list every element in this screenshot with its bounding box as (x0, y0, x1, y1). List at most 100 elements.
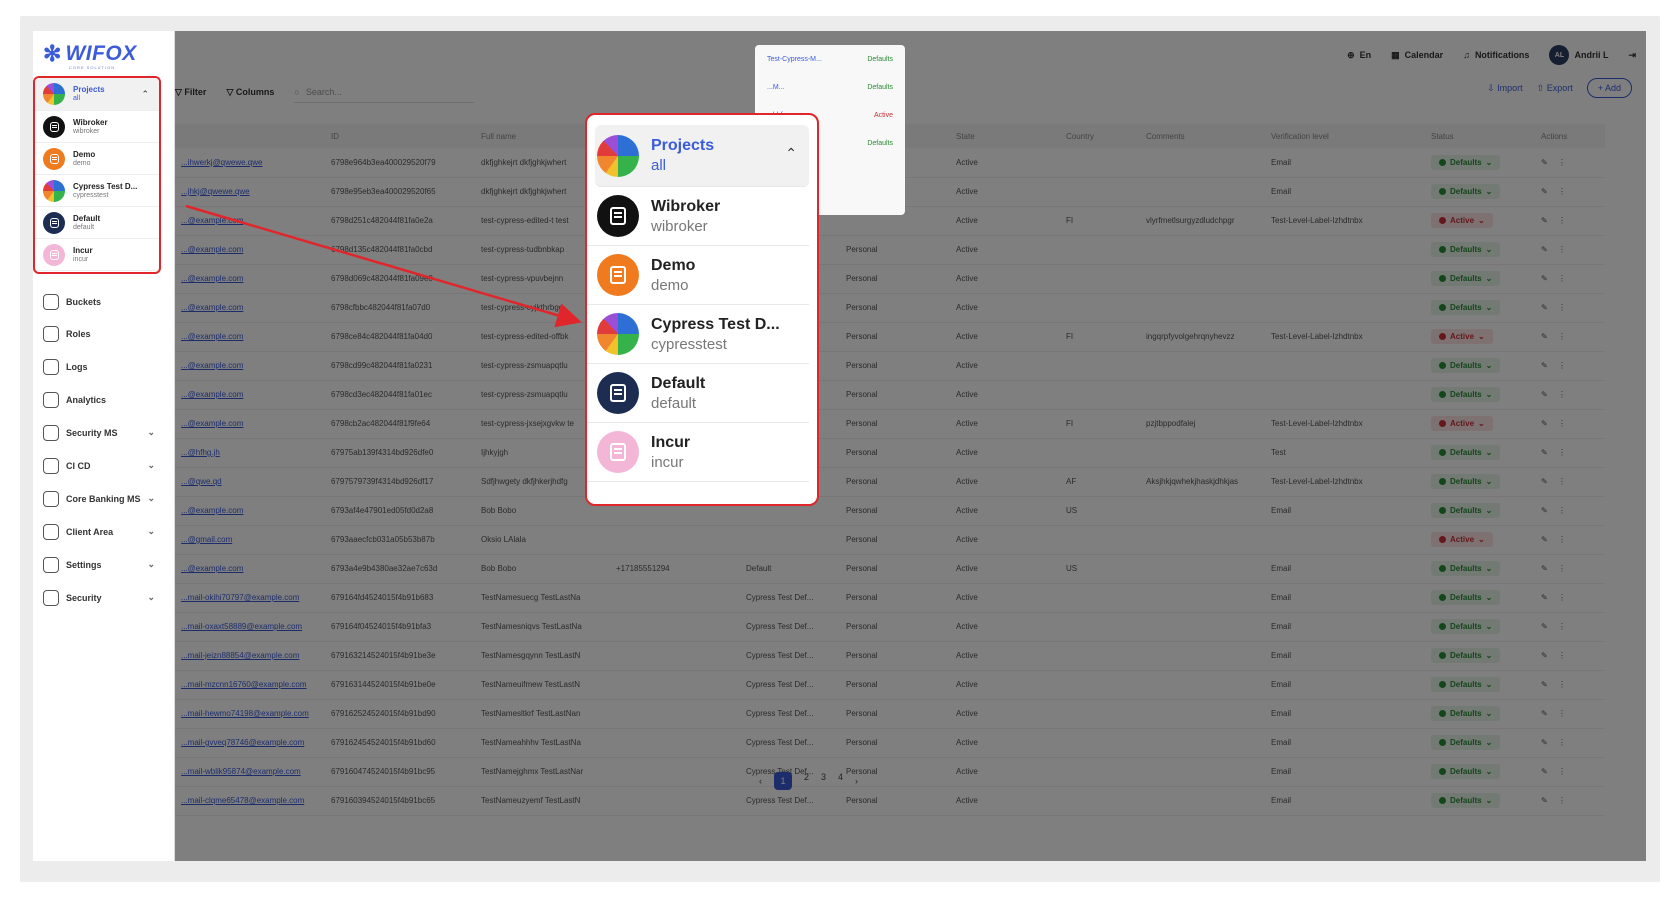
project-code: wibroker (73, 127, 100, 135)
project-code: incur (651, 453, 684, 471)
project-text: Projects all (651, 136, 714, 175)
chevron-down-icon: ⌄ (147, 559, 155, 569)
project-switcher-zoomed: Projects all ⌃ Wibroker wibroker Demo demo Cypr… (585, 113, 819, 506)
brand-name: WIFOX (65, 42, 137, 65)
sidebar-item-label: Roles (66, 329, 91, 339)
project-text: Cypress Test D... cypresstest (651, 315, 780, 354)
project-code: wibroker (651, 217, 708, 235)
sidebar-item-analytics[interactable]: Analytics (43, 385, 163, 415)
project-option-demo[interactable]: Demo demo (35, 143, 159, 175)
sidebar-item-core-banking-ms[interactable]: Core Banking MS ⌄ (43, 484, 163, 514)
analytics-icon (43, 392, 59, 408)
project-text: Default default (651, 374, 705, 413)
popup-row-status: Active (873, 111, 893, 119)
chevron-up-icon[interactable]: ⌃ (141, 89, 149, 100)
project-code: incur (73, 255, 89, 263)
project-name: Projects (73, 85, 105, 94)
sidebar-item-security-ms[interactable]: Security MS ⌄ (43, 418, 163, 448)
project-logo-icon (597, 254, 639, 296)
project-code: demo (651, 276, 689, 294)
project-pie-icon (597, 313, 639, 355)
infinity-icon (43, 458, 59, 474)
chevron-up-icon[interactable]: ⌃ (785, 145, 797, 162)
sidebar-item-label: Client Area (66, 527, 114, 537)
security-icon (43, 425, 59, 441)
sidebar-item-client-area[interactable]: Client Area ⌄ (43, 517, 163, 547)
client-icon (43, 524, 59, 540)
project-name: Default (651, 374, 706, 392)
chevron-down-icon: ⌄ (147, 526, 155, 536)
project-code: demo (73, 159, 91, 167)
popup-row-status: Defaults (867, 55, 893, 63)
project-code: all (651, 157, 667, 174)
project-text: Default default (73, 214, 100, 232)
project-text: Demo demo (73, 150, 95, 168)
chevron-down-icon: ⌄ (147, 493, 155, 503)
project-selector-current[interactable]: Projects all ⌃ (35, 78, 159, 111)
project-name: Incur (651, 433, 691, 451)
bank-icon (43, 491, 59, 507)
project-option-cypresstest[interactable]: Cypress Test D... cypresstest (35, 175, 159, 207)
sidebar-item-security[interactable]: Security ⌄ (43, 583, 163, 613)
project-option-wibroker[interactable]: Wibroker wibroker (587, 187, 809, 246)
brand-logo[interactable]: ✻ WIFOX (43, 41, 137, 67)
popup-row-name: ...M... (767, 83, 785, 91)
sidebar-item-label: Security (66, 593, 102, 603)
key-icon (43, 326, 59, 342)
modal-overlay: Test-Cypress-M... Defaults ...M... Defaults… (175, 31, 1646, 861)
project-name: Projects (651, 137, 715, 154)
project-selector-current[interactable]: Projects all ⌃ (595, 125, 809, 187)
popup-row-status: Defaults (867, 83, 893, 91)
project-logo-icon (43, 243, 65, 266)
document-icon (610, 207, 626, 225)
document-icon (49, 249, 59, 260)
project-code: all (73, 95, 81, 102)
project-name: Wibroker (73, 117, 108, 127)
app-window: ✻ WIFOX CORE SOLUTION Buckets Roles Logs An… (33, 31, 1646, 861)
project-option-default[interactable]: Default default (35, 207, 159, 239)
sidebar-item-ci-cd[interactable]: CI CD ⌄ (43, 451, 163, 481)
project-code: cypresstest (651, 335, 727, 353)
document-icon (49, 217, 59, 228)
sidebar-item-buckets[interactable]: Buckets (43, 287, 163, 317)
project-name: Demo (651, 256, 696, 274)
sidebar-item-label: Core Banking MS (66, 494, 141, 504)
sidebar-item-label: Settings (66, 560, 102, 570)
project-option-cypresstest[interactable]: Cypress Test D... cypresstest (587, 305, 809, 364)
project-option-demo[interactable]: Demo demo (587, 246, 809, 305)
project-option-incur[interactable]: Incur incur (35, 239, 159, 271)
project-text: Projects all (73, 85, 105, 103)
sidebar-item-roles[interactable]: Roles (43, 319, 163, 349)
project-name: Cypress Test D... (651, 315, 780, 333)
sidebar-item-label: Security MS (66, 428, 118, 438)
project-name: Default (73, 213, 101, 223)
project-option-wibroker[interactable]: Wibroker wibroker (35, 111, 159, 143)
project-text: Wibroker wibroker (73, 118, 108, 136)
brand-tagline: CORE SOLUTION (69, 65, 116, 70)
popup-row[interactable]: ...M... Defaults (755, 73, 905, 101)
project-logo-icon (43, 115, 65, 138)
project-option-incur[interactable]: Incur incur (587, 423, 809, 482)
sidebar-item-label: Buckets (66, 297, 102, 307)
popup-row-status: Defaults (867, 139, 893, 147)
popup-row[interactable]: Test-Cypress-M... Defaults (755, 45, 905, 73)
sidebar-item-label: Logs (66, 362, 88, 372)
project-logo-icon (43, 211, 65, 234)
sidebar-item-label: CI CD (66, 461, 91, 471)
project-logo-icon (597, 372, 639, 414)
project-option-default[interactable]: Default default (587, 364, 809, 423)
sidebar-item-logs[interactable]: Logs (43, 352, 163, 382)
project-text: Demo demo (651, 256, 695, 295)
sidebar-item-settings[interactable]: Settings ⌄ (43, 550, 163, 580)
project-code: cypresstest (73, 191, 109, 199)
project-pie-icon (43, 83, 65, 105)
project-text: Incur incur (651, 433, 690, 472)
project-name: Demo (73, 149, 96, 159)
document-icon (610, 266, 626, 284)
shield-icon (43, 590, 59, 606)
project-text: Cypress Test D... cypresstest (73, 182, 137, 200)
project-name: Wibroker (651, 197, 721, 215)
project-code: default (73, 223, 95, 231)
document-icon (610, 443, 626, 461)
project-code: default (651, 394, 697, 412)
